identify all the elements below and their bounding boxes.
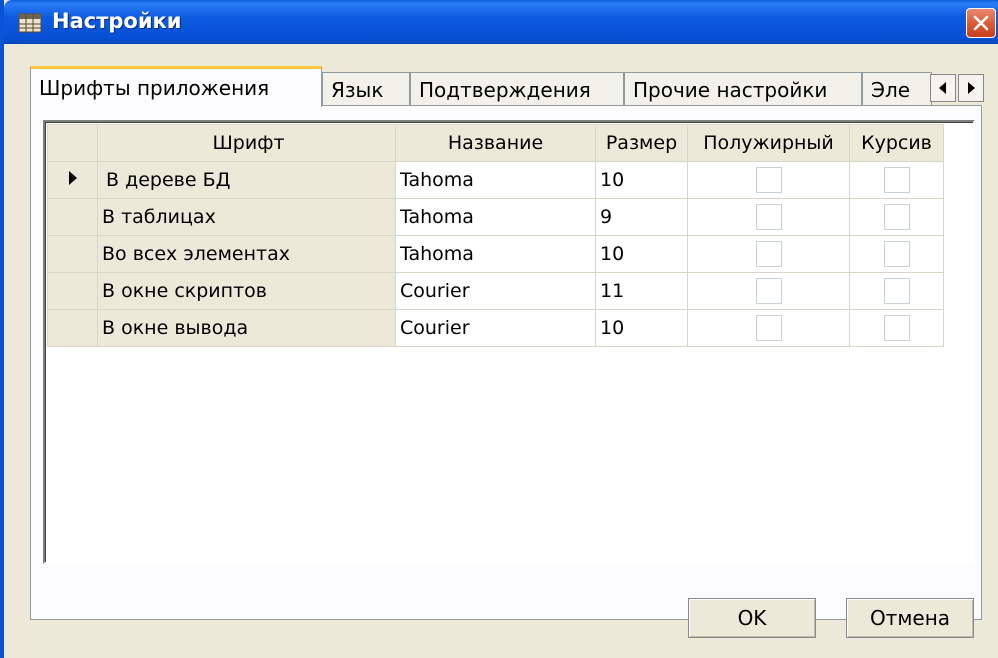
row-indicator [47, 161, 98, 199]
cell-italic [849, 272, 944, 310]
row-indicator [47, 198, 98, 236]
cell-font[interactable]: В окне скриптов [97, 272, 396, 310]
arrow-right-icon [968, 82, 975, 94]
tab-label: Подтверждения [419, 77, 591, 102]
bold-checkbox[interactable] [755, 278, 782, 304]
row-indicator [47, 235, 98, 273]
bold-checkbox[interactable] [755, 204, 782, 230]
column-header-name[interactable]: Название [395, 124, 596, 162]
fonts-grid[interactable]: Шрифт Название Размер Полужирный Курсив … [43, 120, 975, 564]
cell-bold [687, 272, 850, 310]
column-header-size[interactable]: Размер [595, 124, 688, 162]
table-row[interactable]: Во всех элементах Tahoma 10 [47, 235, 944, 273]
cell-size[interactable]: 11 [595, 272, 688, 310]
table-row[interactable]: В окне вывода Courier 10 [47, 309, 944, 347]
close-icon [973, 15, 989, 31]
cell-font[interactable]: В окне вывода [97, 309, 396, 347]
fonts-tab-page: Шрифт Название Размер Полужирный Курсив … [30, 105, 982, 620]
column-header-italic[interactable]: Курсив [849, 124, 944, 162]
bold-checkbox[interactable] [755, 241, 782, 267]
cell-italic [849, 198, 944, 236]
cell-italic [849, 161, 944, 199]
cell-bold [687, 161, 850, 199]
current-row-arrow-icon [68, 171, 77, 185]
ok-button[interactable]: OK [688, 598, 816, 638]
tab-strip: Шрифты приложения Язык Подтверждения Про… [30, 66, 984, 107]
cell-font[interactable]: Во всех элементах [97, 235, 396, 273]
cell-font[interactable]: В дереве БД [97, 161, 396, 199]
cell-size[interactable]: 9 [595, 198, 688, 236]
bold-checkbox[interactable] [755, 167, 782, 193]
bold-checkbox[interactable] [755, 315, 782, 341]
table-row[interactable]: В дереве БД Tahoma 10 [47, 161, 944, 199]
row-indicator [47, 309, 98, 347]
italic-checkbox[interactable] [883, 204, 910, 230]
cell-name[interactable]: Tahoma [395, 198, 596, 236]
cell-bold [687, 235, 850, 273]
cell-name[interactable]: Courier [395, 272, 596, 310]
window-title: Настройки [52, 9, 182, 33]
italic-checkbox[interactable] [883, 241, 910, 267]
italic-checkbox[interactable] [883, 278, 910, 304]
cell-name[interactable]: Courier [395, 309, 596, 347]
fonts-table: Шрифт Название Размер Полужирный Курсив … [47, 124, 944, 347]
title-bar[interactable]: Настройки [4, 0, 998, 44]
settings-dialog: Настройки Шрифты приложения Язык Подтвер… [0, 0, 998, 658]
tab-other-settings[interactable]: Прочие настройки [624, 72, 862, 106]
tab-label: Эле [871, 77, 911, 102]
row-indicator [47, 272, 98, 310]
table-row[interactable]: В окне скриптов Courier 11 [47, 272, 944, 310]
cell-font[interactable]: В таблицах [97, 198, 396, 236]
cell-bold [687, 309, 850, 347]
close-button[interactable] [966, 8, 996, 38]
cell-bold [687, 198, 850, 236]
cell-italic [849, 309, 944, 347]
cell-size[interactable]: 10 [595, 235, 688, 273]
cell-italic [849, 235, 944, 273]
tab-label: Язык [331, 77, 384, 102]
cell-name[interactable]: Tahoma [395, 235, 596, 273]
cell-size[interactable]: 10 [595, 161, 688, 199]
grid-header-row: Шрифт Название Размер Полужирный Курсив [47, 124, 944, 162]
tab-scroll-left-button[interactable] [930, 74, 956, 102]
italic-checkbox[interactable] [883, 167, 910, 193]
indicator-header [47, 124, 98, 162]
table-row[interactable]: В таблицах Tahoma 9 [47, 198, 944, 236]
tab-language[interactable]: Язык [322, 72, 410, 106]
tab-label: Прочие настройки [633, 77, 828, 102]
tab-scroll-right-button[interactable] [958, 74, 984, 102]
dialog-body: Шрифты приложения Язык Подтверждения Про… [8, 44, 998, 658]
tab-label: Шрифты приложения [39, 76, 270, 100]
tab-elements[interactable]: Эле [862, 72, 932, 106]
cell-name[interactable]: Tahoma [395, 161, 596, 199]
column-header-font[interactable]: Шрифт [97, 124, 396, 162]
cancel-button[interactable]: Отмена [846, 598, 974, 638]
column-header-bold[interactable]: Полужирный [687, 124, 850, 162]
arrow-left-icon [939, 82, 946, 94]
tab-app-fonts[interactable]: Шрифты приложения [30, 66, 322, 107]
cell-size[interactable]: 10 [595, 309, 688, 347]
settings-table-icon [18, 13, 42, 33]
tab-confirmations[interactable]: Подтверждения [410, 72, 624, 106]
italic-checkbox[interactable] [883, 315, 910, 341]
